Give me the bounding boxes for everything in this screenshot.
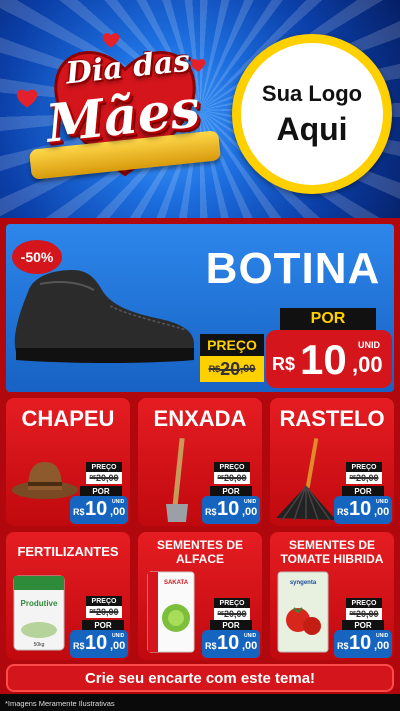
- old-price-label: PREÇO: [346, 462, 382, 472]
- product-name-line-1: SEMENTES DE: [156, 538, 243, 552]
- new-price-label: POR: [280, 308, 376, 330]
- old-price-value: R$ 20,00: [86, 472, 122, 484]
- price-currency: R$: [205, 641, 217, 651]
- old-price-value: R$ 20,00: [346, 608, 382, 620]
- new-price-value: R$ 10 UNID ,00: [334, 630, 392, 658]
- old-price-label: PREÇO: [214, 598, 250, 608]
- new-price-value: R$ 10 UNID ,00: [334, 496, 392, 524]
- price-dec: ,00: [242, 640, 258, 652]
- disclaimer-note: *Imagens Meramente Ilustrativas: [5, 699, 115, 708]
- price-currency: R$: [73, 507, 85, 517]
- price-dec: ,00: [352, 352, 383, 377]
- product-name: RASTELO: [279, 406, 385, 431]
- product-card-chapeu[interactable]: CHAPEU PREÇO R$ 20,00 POR R$ 10 UNID ,00: [6, 398, 130, 526]
- price-unit: UNID: [244, 633, 257, 639]
- product-name-line-2: TOMATE HIBRIDA: [280, 552, 384, 566]
- price-currency: R$: [337, 641, 349, 651]
- price-unit: UNID: [244, 499, 257, 505]
- price-currency: R$: [73, 641, 85, 651]
- product-name: FERTILIZANTES: [17, 544, 119, 559]
- fertilizer-bag-icon: Produtive 50kg: [13, 575, 65, 651]
- price-dec: ,00: [374, 640, 390, 652]
- old-price-value: R$ 20,00: [214, 608, 250, 620]
- product-name-line-1: SEMENTES DE: [288, 538, 375, 552]
- price-int: 10: [217, 632, 240, 654]
- price-dec: ,00: [110, 640, 126, 652]
- new-price-value: R$ 10 UNID ,00: [202, 630, 260, 658]
- price-currency: R$: [272, 354, 296, 374]
- old-price-currency: R$: [208, 364, 221, 374]
- old-price-value: R$ 20,00: [346, 472, 382, 484]
- logo-text-line-2: Aqui: [276, 110, 348, 147]
- product-card-sementes-alface[interactable]: SEMENTES DE ALFACE SAKATA PREÇO R$ 20,00 …: [138, 532, 262, 660]
- new-price-value: R$ 10 UNID ,00: [70, 496, 128, 524]
- featured-product-name: BOTINA: [205, 244, 381, 293]
- small-heart-icon: [102, 33, 120, 48]
- bag-label: Produtive: [21, 599, 58, 608]
- old-price-dec: ,00: [240, 363, 256, 375]
- price-int: 10: [85, 498, 108, 520]
- hoe-icon: [166, 438, 188, 522]
- cta-button[interactable]: Crie seu encarte com este tema!: [6, 664, 394, 692]
- product-card-sementes-tomate[interactable]: SEMENTES DE TOMATE HIBRIDA syngenta PREÇ…: [270, 532, 394, 660]
- price-unit: UNID: [112, 633, 125, 639]
- old-price-number: 20,00: [355, 609, 379, 619]
- old-price-number: 20,00: [95, 473, 119, 483]
- price-dec: ,00: [374, 506, 390, 518]
- flyer-page: Dia das Mães Sua Logo Aqui -50% BOTINA P…: [0, 0, 400, 711]
- price-int: 10: [349, 632, 372, 654]
- pack-label: SAKATA: [164, 580, 189, 586]
- product-card-fertilizantes[interactable]: FERTILIZANTES Produtive 50kg PREÇO R$ 20,…: [6, 532, 130, 660]
- price-currency: R$: [337, 507, 349, 517]
- old-price-value: R$ 20,00: [86, 606, 122, 618]
- old-price-value: R$ 20,00: [214, 472, 250, 484]
- price-dec: ,00: [110, 506, 126, 518]
- price-int: 10: [217, 498, 240, 520]
- new-price-value: R$ 10 UNID ,00: [266, 330, 392, 388]
- rake-icon: [276, 438, 336, 521]
- product-name: ENXADA: [153, 406, 247, 431]
- header-banner: Dia das Mães Sua Logo Aqui: [0, 0, 400, 218]
- pack-label: syngenta: [290, 580, 317, 586]
- discount-badge: -50%: [12, 240, 62, 274]
- old-price-label: PREÇO: [86, 596, 122, 606]
- product-name: SEMENTES DE ALFACE: [138, 538, 262, 566]
- old-price-number: 20,00: [223, 473, 247, 483]
- bag-weight: 50kg: [34, 642, 45, 648]
- price-unit: UNID: [358, 340, 380, 350]
- logo-text-line-1: Sua Logo: [261, 80, 363, 106]
- old-price-label: PREÇO: [200, 334, 264, 356]
- old-price-int: 20: [220, 358, 241, 379]
- old-price-number: 20,00: [355, 473, 379, 483]
- new-price-value: R$ 10 UNID ,00: [202, 496, 260, 524]
- old-price-label: PREÇO: [214, 462, 250, 472]
- price-int: 10: [85, 632, 108, 654]
- price-unit: UNID: [376, 499, 389, 505]
- lettuce-seeds-icon: SAKATA: [147, 571, 195, 653]
- tomato-seeds-icon: syngenta: [277, 571, 329, 653]
- logo-placeholder[interactable]: Sua Logo Aqui: [232, 34, 392, 194]
- price-currency: R$: [205, 507, 217, 517]
- product-name: CHAPEU: [21, 406, 115, 431]
- product-name: SEMENTES DE TOMATE HIBRIDA: [270, 538, 394, 566]
- price-unit: UNID: [112, 499, 125, 505]
- product-card-rastelo[interactable]: RASTELO PREÇO R$ 20,00 POR R$ 10 UNID ,00: [270, 398, 394, 526]
- old-price-number: 20,00: [95, 607, 119, 617]
- old-price-number: 20,00: [223, 609, 247, 619]
- new-price-value: R$ 10 UNID ,00: [70, 630, 128, 658]
- price-unit: UNID: [376, 633, 389, 639]
- price-int: 10: [300, 336, 347, 383]
- product-name-line-2: ALFACE: [176, 552, 224, 566]
- price-dec: ,00: [242, 506, 258, 518]
- old-price-value: R$ 20,00: [200, 356, 264, 382]
- product-card-enxada[interactable]: ENXADA PREÇO R$ 20,00 POR R$ 10 UNID ,00: [138, 398, 262, 526]
- old-price-label: PREÇO: [346, 598, 382, 608]
- old-price-label: PREÇO: [86, 462, 122, 472]
- price-int: 10: [349, 498, 372, 520]
- hat-icon: [12, 462, 78, 499]
